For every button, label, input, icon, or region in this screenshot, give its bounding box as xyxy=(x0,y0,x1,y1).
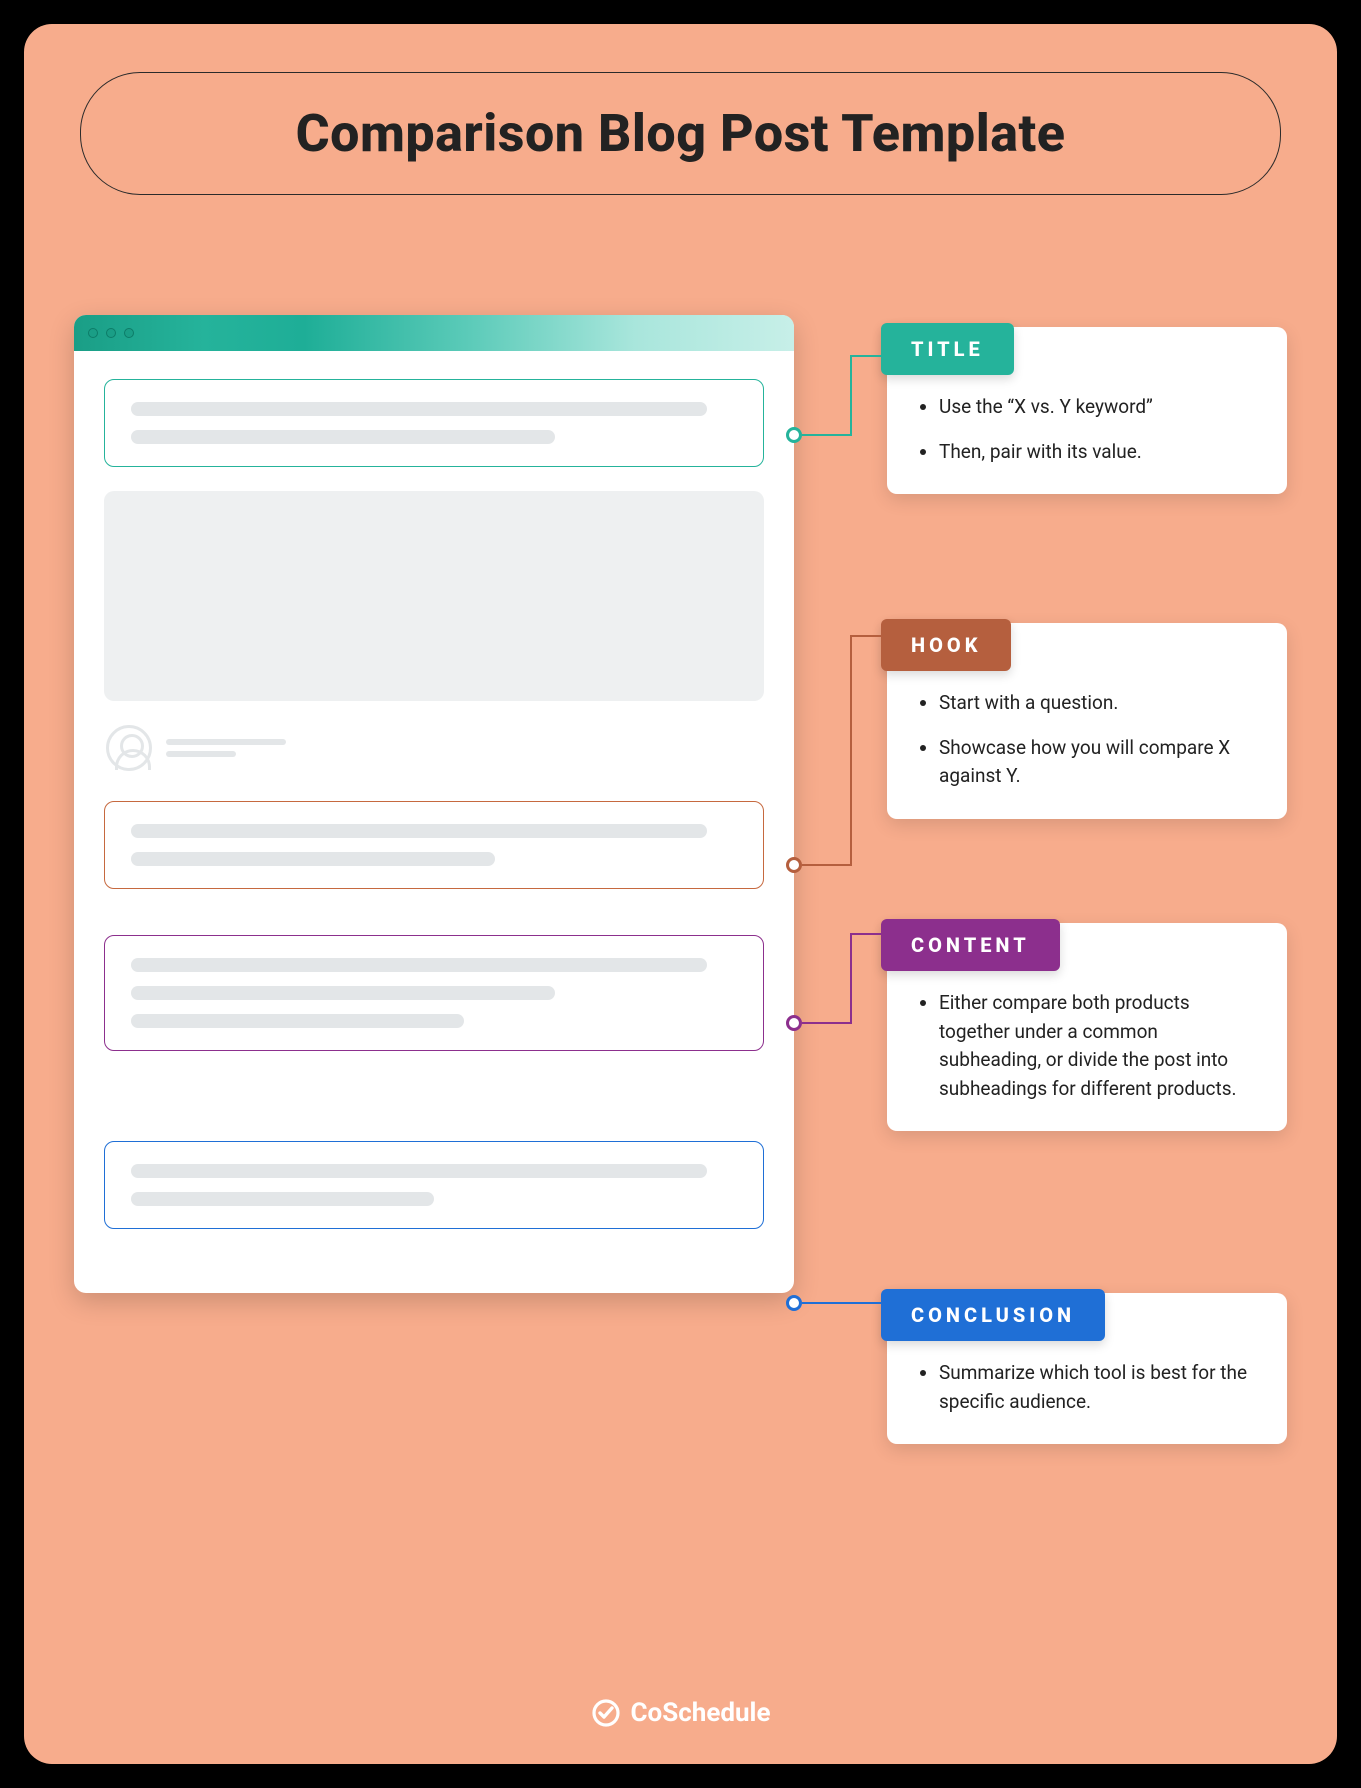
main-area: TITLE Use the “X vs. Y keyword” Then, pa… xyxy=(80,315,1281,1595)
placeholder-line xyxy=(131,824,707,838)
list-item: Then, pair with its value. xyxy=(939,438,1259,467)
section-content-box xyxy=(104,935,764,1051)
avatar-icon xyxy=(106,725,152,771)
placeholder-line xyxy=(131,1014,464,1028)
callout-tab: TITLE xyxy=(881,323,1014,375)
callout-conclusion: CONCLUSION Summarize which tool is best … xyxy=(887,1293,1287,1444)
placeholder-line xyxy=(131,1192,434,1206)
brand-name: CoSchedule xyxy=(631,1698,771,1728)
placeholder-line xyxy=(131,402,707,416)
placeholder-line xyxy=(131,958,707,972)
browser-body xyxy=(74,351,794,1293)
callout-hook: HOOK Start with a question. Showcase how… xyxy=(887,623,1287,819)
window-dot-icon xyxy=(124,328,134,338)
list-item: Showcase how you will compare X against … xyxy=(939,734,1259,791)
callout-title: TITLE Use the “X vs. Y keyword” Then, pa… xyxy=(887,327,1287,494)
placeholder-line xyxy=(166,751,236,757)
frame: Comparison Blog Post Template xyxy=(0,0,1361,1788)
callout-list: Either compare both products together un… xyxy=(915,989,1259,1103)
browser-mock xyxy=(74,315,794,1293)
callout-content: CONTENT Either compare both products tog… xyxy=(887,923,1287,1131)
header-pill: Comparison Blog Post Template xyxy=(80,72,1281,195)
browser-titlebar xyxy=(74,315,794,351)
section-hook-box xyxy=(104,801,764,889)
placeholder-line xyxy=(131,1164,707,1178)
callout-tab: CONTENT xyxy=(881,919,1060,971)
list-item: Summarize which tool is best for the spe… xyxy=(939,1359,1259,1416)
infographic-canvas: Comparison Blog Post Template xyxy=(24,24,1337,1764)
brand-logo-icon xyxy=(591,1698,621,1728)
footer-brand: CoSchedule xyxy=(24,1698,1337,1728)
section-title-box xyxy=(104,379,764,467)
list-item: Either compare both products together un… xyxy=(939,989,1259,1103)
placeholder-line xyxy=(131,430,555,444)
page-title: Comparison Blog Post Template xyxy=(121,103,1240,164)
callout-list: Use the “X vs. Y keyword” Then, pair wit… xyxy=(915,393,1259,466)
placeholder-line xyxy=(131,986,555,1000)
list-item: Use the “X vs. Y keyword” xyxy=(939,393,1259,422)
callout-list: Summarize which tool is best for the spe… xyxy=(915,1359,1259,1416)
callout-list: Start with a question. Showcase how you … xyxy=(915,689,1259,791)
list-item: Start with a question. xyxy=(939,689,1259,718)
window-dot-icon xyxy=(88,328,98,338)
section-conclusion-box xyxy=(104,1141,764,1229)
callout-tab: HOOK xyxy=(881,619,1011,671)
window-dot-icon xyxy=(106,328,116,338)
placeholder-line xyxy=(131,852,495,866)
placeholder-line xyxy=(166,739,286,745)
callout-tab: CONCLUSION xyxy=(881,1289,1105,1341)
author-row xyxy=(106,725,762,771)
section-featured-image xyxy=(104,491,764,701)
